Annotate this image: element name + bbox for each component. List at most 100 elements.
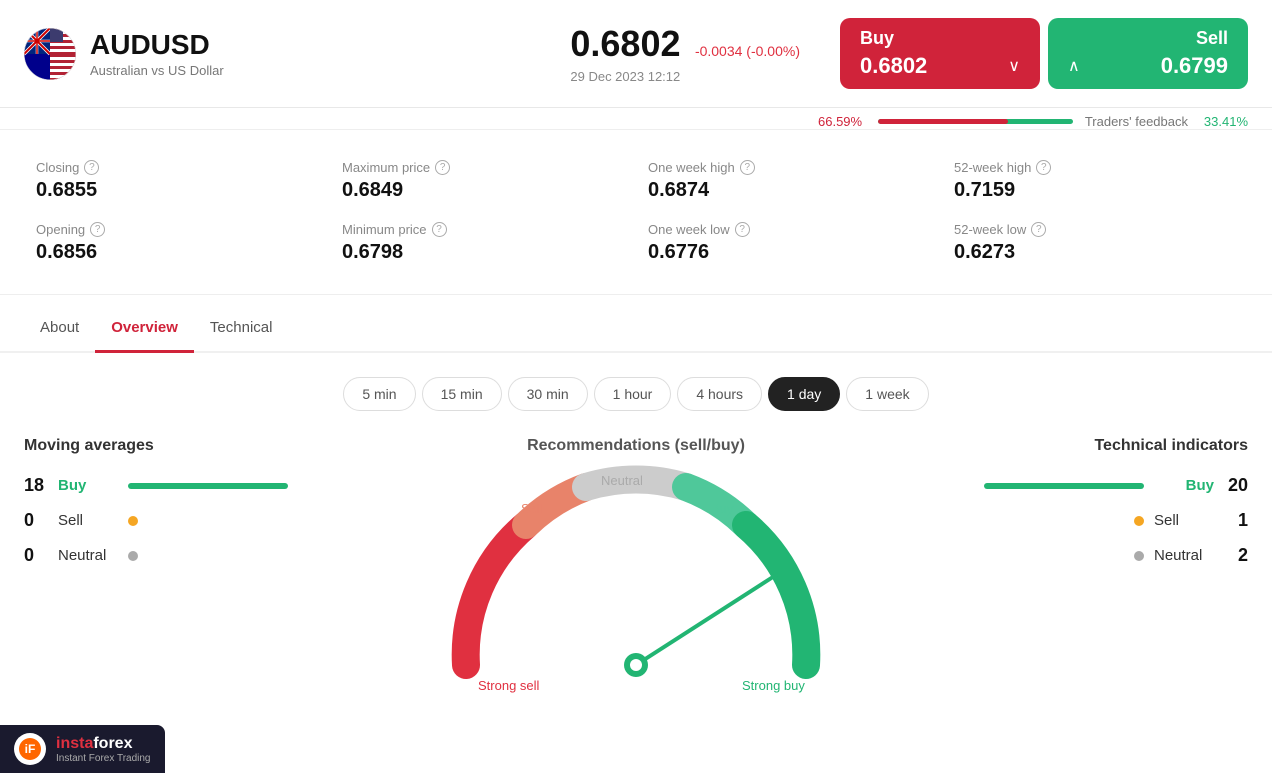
ma-neutral-count: 0: [24, 545, 48, 566]
svg-text:Strong buy: Strong buy: [742, 678, 805, 693]
stats-grid: Closing ? 0.6855 Maximum price ? 0.6849 …: [0, 129, 1272, 295]
gauge-chart: Strong sell Sell Neutral Buy Strong buy: [426, 465, 846, 705]
buy-label: Buy: [860, 28, 1020, 49]
stat-52-high-value: 0.7159: [954, 179, 1236, 202]
price-section: 0.6802 -0.0034 (-0.00%) 29 Dec 2023 12:1…: [570, 23, 800, 84]
info-icon-52-low[interactable]: ?: [1031, 222, 1046, 237]
current-price: 0.6802: [570, 23, 680, 64]
time-btn-1week[interactable]: 1 week: [846, 377, 928, 411]
stat-min-label: Minimum price ?: [342, 222, 624, 237]
time-btn-30min[interactable]: 30 min: [508, 377, 588, 411]
stat-closing-label: Closing ?: [36, 160, 318, 175]
logo-icon: iF: [14, 733, 46, 765]
ti-sell-count: 1: [1224, 510, 1248, 531]
svg-text:Sell: Sell: [521, 501, 543, 516]
ma-neutral-item: 0 Neutral: [24, 545, 304, 566]
ti-neutral-count: 2: [1224, 545, 1248, 566]
recommendations: Recommendations (sell/buy): [324, 437, 948, 705]
technical-indicators: Technical indicators Buy 20 Sell 1 Neutr…: [968, 437, 1248, 705]
ti-sell-dot: [1134, 516, 1144, 526]
feedback-bar: [878, 119, 1073, 124]
info-icon-52-high[interactable]: ?: [1036, 160, 1051, 175]
stat-52-high: 52-week high ? 0.7159: [942, 150, 1248, 212]
ma-sell-dot: [128, 516, 138, 526]
tab-overview[interactable]: Overview: [95, 305, 194, 353]
feedback-bar-fill: [878, 119, 1008, 124]
stat-week-high-label: One week high ?: [648, 160, 930, 175]
stat-max-label: Maximum price ?: [342, 160, 624, 175]
buy-button[interactable]: Buy 0.6802 ∨: [840, 18, 1040, 89]
ti-buy-label: Buy: [1154, 477, 1214, 494]
analysis-section: Moving averages 18 Buy 0 Sell 0 Neutral …: [0, 427, 1272, 725]
svg-text:iF: iF: [25, 742, 36, 756]
ma-buy-count: 18: [24, 475, 48, 496]
info-icon-week-high[interactable]: ?: [740, 160, 755, 175]
stat-52-low: 52-week low ? 0.6273: [942, 212, 1248, 274]
ti-buy-item: Buy 20: [968, 475, 1248, 496]
stat-opening-value: 0.6856: [36, 241, 318, 264]
sell-label: Sell: [1068, 28, 1228, 49]
stat-opening-label: Opening ?: [36, 222, 318, 237]
stat-week-low-value: 0.6776: [648, 241, 930, 264]
info-icon-min[interactable]: ?: [432, 222, 447, 237]
tab-technical[interactable]: Technical: [194, 305, 289, 353]
feedback-row: 66.59% Traders' feedback 33.41%: [0, 108, 1272, 129]
moving-averages: Moving averages 18 Buy 0 Sell 0 Neutral: [24, 437, 304, 705]
ma-neutral-dot: [128, 551, 138, 561]
ma-neutral-label: Neutral: [58, 547, 118, 564]
tab-about[interactable]: About: [24, 305, 95, 353]
price-date: 29 Dec 2023 12:12: [570, 69, 800, 84]
buy-price: 0.6802: [860, 53, 927, 79]
time-btn-1day[interactable]: 1 day: [768, 377, 840, 411]
ti-buy-count: 20: [1224, 475, 1248, 496]
stat-closing-value: 0.6855: [36, 179, 318, 202]
ti-neutral-dot: [1134, 551, 1144, 561]
currency-flag: [24, 28, 76, 80]
tabs: About Overview Technical: [0, 305, 1272, 353]
logo-footer: iF instaforex Instant Forex Trading: [0, 725, 165, 773]
ti-neutral-item: Neutral 2: [968, 545, 1248, 566]
ti-sell-label: Sell: [1154, 512, 1214, 529]
info-icon-max[interactable]: ?: [435, 160, 450, 175]
stat-week-low: One week low ? 0.6776: [636, 212, 942, 274]
svg-text:Neutral: Neutral: [601, 473, 643, 488]
logo-sub: Instant Forex Trading: [56, 753, 151, 764]
chevron-down-icon: ∨: [1008, 56, 1020, 76]
ma-sell-count: 0: [24, 510, 48, 531]
recommendations-title: Recommendations (sell/buy): [527, 437, 745, 455]
stat-opening: Opening ? 0.6856: [24, 212, 330, 274]
feedback-bar-container: 66.59% Traders' feedback 33.41%: [818, 114, 1248, 129]
stat-max-price: Maximum price ? 0.6849: [330, 150, 636, 212]
stat-week-high-value: 0.6874: [648, 179, 930, 202]
stat-min-price: Minimum price ? 0.6798: [330, 212, 636, 274]
stat-52-low-label: 52-week low ?: [954, 222, 1236, 237]
ma-sell-label: Sell: [58, 512, 118, 529]
technical-indicators-title: Technical indicators: [968, 437, 1248, 455]
stat-closing: Closing ? 0.6855: [24, 150, 330, 212]
ma-sell-item: 0 Sell: [24, 510, 304, 531]
svg-text:Buy: Buy: [711, 501, 734, 516]
time-btn-1hour[interactable]: 1 hour: [594, 377, 672, 411]
stat-week-high: One week high ? 0.6874: [636, 150, 942, 212]
ti-neutral-label: Neutral: [1154, 547, 1214, 564]
info-icon-opening[interactable]: ?: [90, 222, 105, 237]
pair-description: Australian vs US Dollar: [90, 63, 530, 78]
price-change: -0.0034 (-0.00%): [695, 43, 800, 59]
info-icon-closing[interactable]: ?: [84, 160, 99, 175]
svg-text:Strong sell: Strong sell: [478, 678, 540, 693]
pair-info: AUDUSD Australian vs US Dollar: [90, 29, 530, 78]
ti-buy-bar: [984, 483, 1144, 489]
time-btn-5min[interactable]: 5 min: [343, 377, 415, 411]
time-btn-4hours[interactable]: 4 hours: [677, 377, 762, 411]
feedback-pct-left: 66.59%: [818, 114, 866, 129]
logo-main: instaforex: [56, 735, 151, 753]
trade-buttons: Buy 0.6802 ∨ Sell ∧ 0.6799: [840, 18, 1248, 89]
ma-buy-label: Buy: [58, 477, 118, 494]
info-icon-week-low[interactable]: ?: [735, 222, 750, 237]
stat-week-low-label: One week low ?: [648, 222, 930, 237]
ma-buy-bar: [128, 483, 288, 489]
ma-buy-item: 18 Buy: [24, 475, 304, 496]
time-btn-15min[interactable]: 15 min: [422, 377, 502, 411]
sell-button[interactable]: Sell ∧ 0.6799: [1048, 18, 1248, 89]
sell-price: 0.6799: [1161, 53, 1228, 79]
